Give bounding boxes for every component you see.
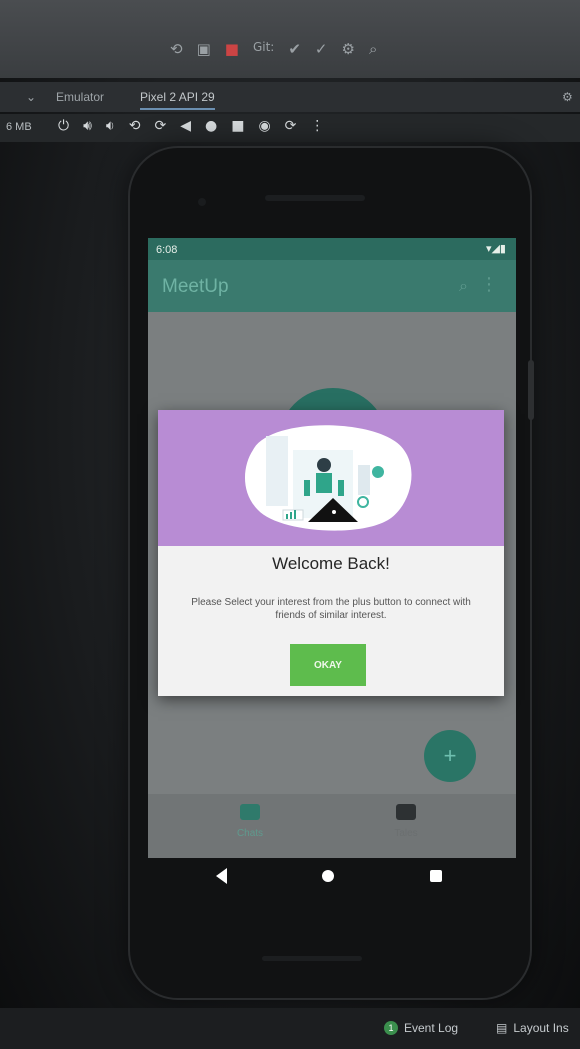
bottom-nav-tales[interactable]: Tales (376, 804, 436, 839)
volume-up-icon[interactable]: 🔊︎ (83, 118, 92, 134)
ide-tab-bar: ⌄ Emulator Pixel 2 API 29 ⚙ (0, 82, 580, 112)
search-everywhere-icon[interactable]: ⌕ (369, 40, 377, 58)
welcome-dialog: Welcome Back! Please Select your interes… (158, 410, 504, 696)
android-status-bar: 6:08 ▾◢▮ (148, 238, 516, 260)
volume-down-icon[interactable]: 🔉︎ (106, 118, 115, 134)
okay-button[interactable]: OKAY (290, 644, 366, 686)
emulator-controls: ⏻ 🔊︎ 🔉︎ ⟲ ⟳ ◀ ● ■ ◉ ⟳ ⋮ (58, 118, 324, 134)
android-navigation-bar (130, 860, 530, 904)
back-icon[interactable]: ◀ (180, 118, 191, 134)
memory-indicator: 6 MB (6, 121, 32, 133)
event-log[interactable]: 1 Event Log (384, 1021, 458, 1035)
ide-toolbar-icons: ⟲ ▣ ■ Git: ✔ ✓ ⚙ ⌕ (170, 40, 377, 58)
nav-back-icon[interactable] (216, 868, 227, 884)
home-icon[interactable]: ● (205, 118, 217, 134)
rotate-left-icon[interactable]: ⟲ (129, 118, 141, 134)
tab-emulator[interactable]: Emulator (56, 90, 104, 104)
overview-icon[interactable]: ■ (231, 118, 244, 134)
git-label: Git: (252, 40, 275, 54)
git-commit-icon[interactable]: ✓ (315, 40, 328, 58)
phone-bottom-speaker (262, 956, 362, 961)
bottom-nav-chats[interactable]: Chats (220, 804, 280, 839)
welcome-illustration-icon (244, 425, 412, 531)
plus-icon: + (443, 743, 457, 768)
bottom-nav-chats-label: Chats (236, 828, 264, 839)
run-icon[interactable]: ⟲ (170, 40, 183, 58)
sdk-manager-icon[interactable]: ⚙ (342, 40, 355, 58)
more-icon[interactable]: ⋮ (310, 118, 324, 134)
layout-inspector-icon: ▤ (496, 1021, 508, 1035)
layout-inspector[interactable]: ▤ Layout Ins (496, 1021, 569, 1035)
phone-side-button (528, 360, 534, 420)
app-bar: MeetUp ⌕ ⋮ (148, 260, 516, 312)
settings-gear-icon[interactable]: ⚙ (562, 90, 573, 104)
phone-camera (198, 198, 206, 206)
chat-icon (240, 804, 260, 820)
ide-status-bar: 1 Event Log ▤ Layout Ins (0, 1008, 580, 1049)
image-icon (396, 804, 416, 820)
layout-inspector-label: Layout Ins (513, 1021, 569, 1035)
bottom-navigation: Chats Tales (148, 794, 516, 858)
nav-home-icon[interactable] (322, 870, 334, 882)
screenshot-icon[interactable]: ◉ (258, 118, 270, 134)
dialog-title: Welcome Back! (272, 554, 390, 573)
snapshot-icon[interactable]: ⟳ (285, 118, 297, 134)
stop-icon[interactable]: ■ (225, 40, 239, 58)
tab-pixel-2-api-29[interactable]: Pixel 2 API 29 (140, 90, 215, 110)
event-log-badge: 1 (384, 1021, 398, 1035)
search-icon[interactable]: ⌕ (459, 276, 468, 296)
bottom-nav-tales-label: Tales (394, 828, 418, 839)
dialog-illustration (158, 410, 504, 546)
app-title: MeetUp (162, 276, 229, 297)
more-vert-icon[interactable]: ⋮ (480, 274, 498, 295)
phone-speaker (265, 195, 365, 201)
git-check-icon[interactable]: ✔ (288, 40, 301, 58)
tab-chevron-icon[interactable]: ⌄ (26, 90, 36, 104)
add-interest-fab[interactable]: + (424, 730, 476, 782)
device-icon[interactable]: ▣ (197, 40, 211, 58)
status-icons: ▾◢▮ (485, 242, 506, 255)
rotate-right-icon[interactable]: ⟳ (154, 118, 166, 134)
dialog-message: Please Select your interest from the plu… (191, 597, 471, 621)
emulator-toolbar: 6 MB ⏻ 🔊︎ 🔉︎ ⟲ ⟳ ◀ ● ■ ◉ ⟳ ⋮ (0, 114, 580, 142)
status-time: 6:08 (156, 244, 178, 256)
ide-toolbar: ⟲ ▣ ■ Git: ✔ ✓ ⚙ ⌕ (0, 0, 580, 78)
power-icon[interactable]: ⏻ (58, 118, 69, 134)
nav-recents-icon[interactable] (430, 870, 442, 882)
event-log-label: Event Log (404, 1021, 459, 1035)
